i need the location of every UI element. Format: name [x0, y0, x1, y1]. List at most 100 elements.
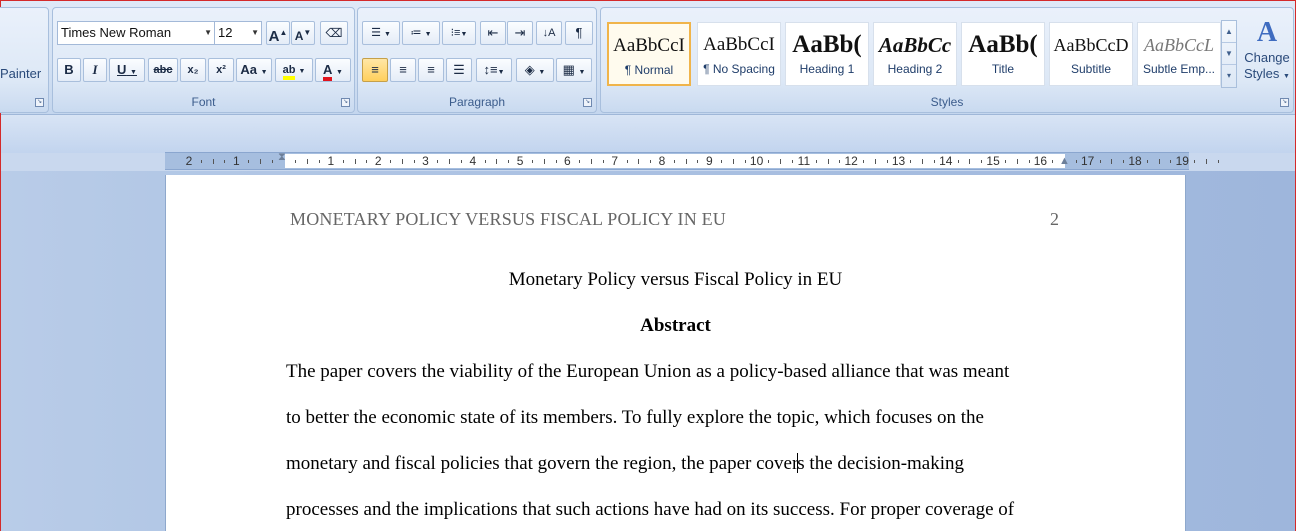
font-dialog-launcher[interactable]: ↘ [341, 98, 350, 107]
style-heading-1[interactable]: AaBb( Heading 1 [785, 22, 869, 86]
styles-group-label: Styles [930, 95, 964, 109]
show-marks-button[interactable]: ¶ [565, 21, 593, 45]
justify-button[interactable]: ☰ [446, 58, 472, 82]
multilevel-list-button[interactable]: ⁝≡▼ [442, 21, 476, 45]
style-subtle-emphasis[interactable]: AaBbCcL Subtle Emp... [1137, 22, 1221, 86]
page-number: 2 [1050, 209, 1059, 229]
style-normal[interactable]: AaBbCcI ¶ Normal [607, 22, 691, 86]
align-right-icon: ≡ [427, 62, 435, 77]
ruler-tick [248, 160, 250, 163]
ruler-tick [780, 159, 782, 164]
numbering-button[interactable]: ≔ ▼ [402, 21, 440, 45]
subscript-button[interactable]: x₂ [180, 58, 206, 82]
style-subtitle[interactable]: AaBbCcD Subtitle [1049, 22, 1133, 86]
font-color-label: A [323, 63, 333, 81]
style-sample: AaBb( [968, 31, 1038, 58]
styles-dialog-launcher[interactable]: ↘ [1280, 98, 1289, 107]
ruler-tick [685, 159, 687, 164]
ruler-tick [1052, 160, 1054, 163]
ruler-number: 1 [327, 154, 335, 168]
superscript-button[interactable]: x² [208, 58, 234, 82]
line-spacing-button[interactable]: ↕≡▼ [476, 58, 512, 82]
ruler-tick [1194, 160, 1196, 163]
sort-button[interactable]: ↓A [536, 21, 562, 45]
chevron-down-icon: ▼ [578, 69, 586, 76]
clipboard-dialog-launcher[interactable]: ↘ [35, 98, 44, 107]
bold-label: B [64, 62, 74, 77]
style-no-spacing[interactable]: AaBbCcI ¶ No Spacing [697, 22, 781, 86]
font-name-combo[interactable]: Times New Roman ▼ [57, 21, 215, 45]
change-case-label: Aa [240, 62, 258, 77]
bullets-icon: ☰ [371, 27, 381, 39]
font-size-value: 12 [218, 25, 233, 40]
ruler-tick [259, 159, 261, 164]
document-page[interactable]: MONETARY POLICY VERSUS FISCAL POLICY IN … [165, 175, 1186, 531]
align-center-button[interactable]: ≡ [390, 58, 416, 82]
change-case-button[interactable]: Aa ▼ [236, 58, 272, 82]
italic-button[interactable]: I [83, 58, 107, 82]
ruler-tick [1099, 160, 1101, 163]
chevron-down-icon: ▼ [1283, 73, 1290, 80]
ruler-tick [910, 160, 912, 163]
strikethrough-button[interactable]: abc [148, 58, 178, 82]
grow-font-button[interactable]: A▲ [266, 21, 290, 45]
change-styles-button[interactable]: A Change Styles ▼ [1241, 16, 1293, 94]
font-color-button[interactable]: A ▼ [315, 58, 351, 82]
chevron-down-icon: ▼ [538, 69, 546, 76]
paint-bucket-icon: ◈ [524, 62, 535, 77]
paragraph-dialog-launcher[interactable]: ↘ [583, 98, 592, 107]
ruler-tick [1016, 159, 1018, 164]
left-indent-marker[interactable]: ⧗ [278, 151, 286, 164]
clipboard-group: Painter ↘ [0, 7, 49, 113]
scroll-up-icon[interactable]: ▲ [1222, 21, 1236, 43]
numbering-icon: ≔ [410, 27, 422, 39]
style-name: ¶ Normal [624, 63, 674, 77]
ruler-tick [543, 159, 545, 164]
style-sample: AaBbCcD [1053, 35, 1129, 55]
underline-button[interactable]: U ▼ [109, 58, 145, 82]
right-indent-marker[interactable]: ▲ [1059, 155, 1070, 167]
decrease-indent-button[interactable]: ⇤ [480, 21, 506, 45]
align-right-button[interactable]: ≡ [418, 58, 444, 82]
font-group-label: Font [191, 95, 216, 109]
borders-button[interactable]: ▦ ▼ [556, 58, 592, 82]
align-center-icon: ≡ [399, 62, 407, 77]
multilevel-list-icon: ⁝≡ [450, 27, 461, 39]
ruler-number: 1 [232, 154, 240, 168]
bullets-button[interactable]: ☰ ▼ [362, 21, 400, 45]
more-styles-icon[interactable]: ▾ [1222, 65, 1236, 87]
ruler-tick [342, 160, 344, 163]
highlight-button[interactable]: ab ▼ [275, 58, 313, 82]
styles-group: AaBbCcI ¶ Normal AaBbCcI ¶ No Spacing Aa… [600, 7, 1294, 113]
ruler-tick [354, 159, 356, 164]
chevron-down-icon: ▼ [260, 69, 268, 76]
horizontal-ruler[interactable]: 2 1 1 2 3 4 5 6 7 8 9 10 11 12 13 14 15 16 17 18 19 ⧗ ▲ [165, 151, 1219, 170]
shrink-font-button[interactable]: A▼ [291, 21, 315, 45]
style-name: ¶ No Spacing [703, 62, 775, 76]
font-size-combo[interactable]: 12 ▼ [214, 21, 262, 45]
scroll-down-icon[interactable]: ▼ [1222, 43, 1236, 65]
style-heading-2[interactable]: AaBbCc Heading 2 [873, 22, 957, 86]
borders-icon: ▦ [562, 62, 575, 77]
style-sample: AaBbCcI [703, 34, 775, 55]
ruler-number: 2 [185, 154, 193, 168]
body-text-segment: s the decision-making [797, 453, 965, 474]
increase-indent-button[interactable]: ⇥ [507, 21, 533, 45]
ruler-tick [1158, 159, 1160, 164]
style-title[interactable]: AaBb( Title [961, 22, 1045, 86]
ruler-number: 10 [749, 154, 764, 168]
style-name: Title [991, 62, 1015, 76]
shading-button[interactable]: ◈ ▼ [516, 58, 554, 82]
font-name-value: Times New Roman [61, 25, 172, 40]
abstract-heading: Abstract [640, 315, 711, 336]
styles-gallery-scroll: ▲ ▼ ▾ [1221, 20, 1237, 88]
style-name: Subtitle [1070, 62, 1112, 76]
ruler-tick [874, 159, 876, 164]
bold-button[interactable]: B [57, 58, 81, 82]
ruler-tick [922, 159, 924, 164]
align-left-button[interactable]: ≡ [362, 58, 388, 82]
running-header: MONETARY POLICY VERSUS FISCAL POLICY IN … [290, 209, 726, 229]
format-painter-button[interactable]: Painter [0, 66, 41, 81]
clear-formatting-button[interactable]: ⌫ [320, 21, 348, 45]
ribbon: Painter ↘ Times New Roman ▼ 12 ▼ A▲ A▼ ⌫… [0, 1, 1295, 115]
